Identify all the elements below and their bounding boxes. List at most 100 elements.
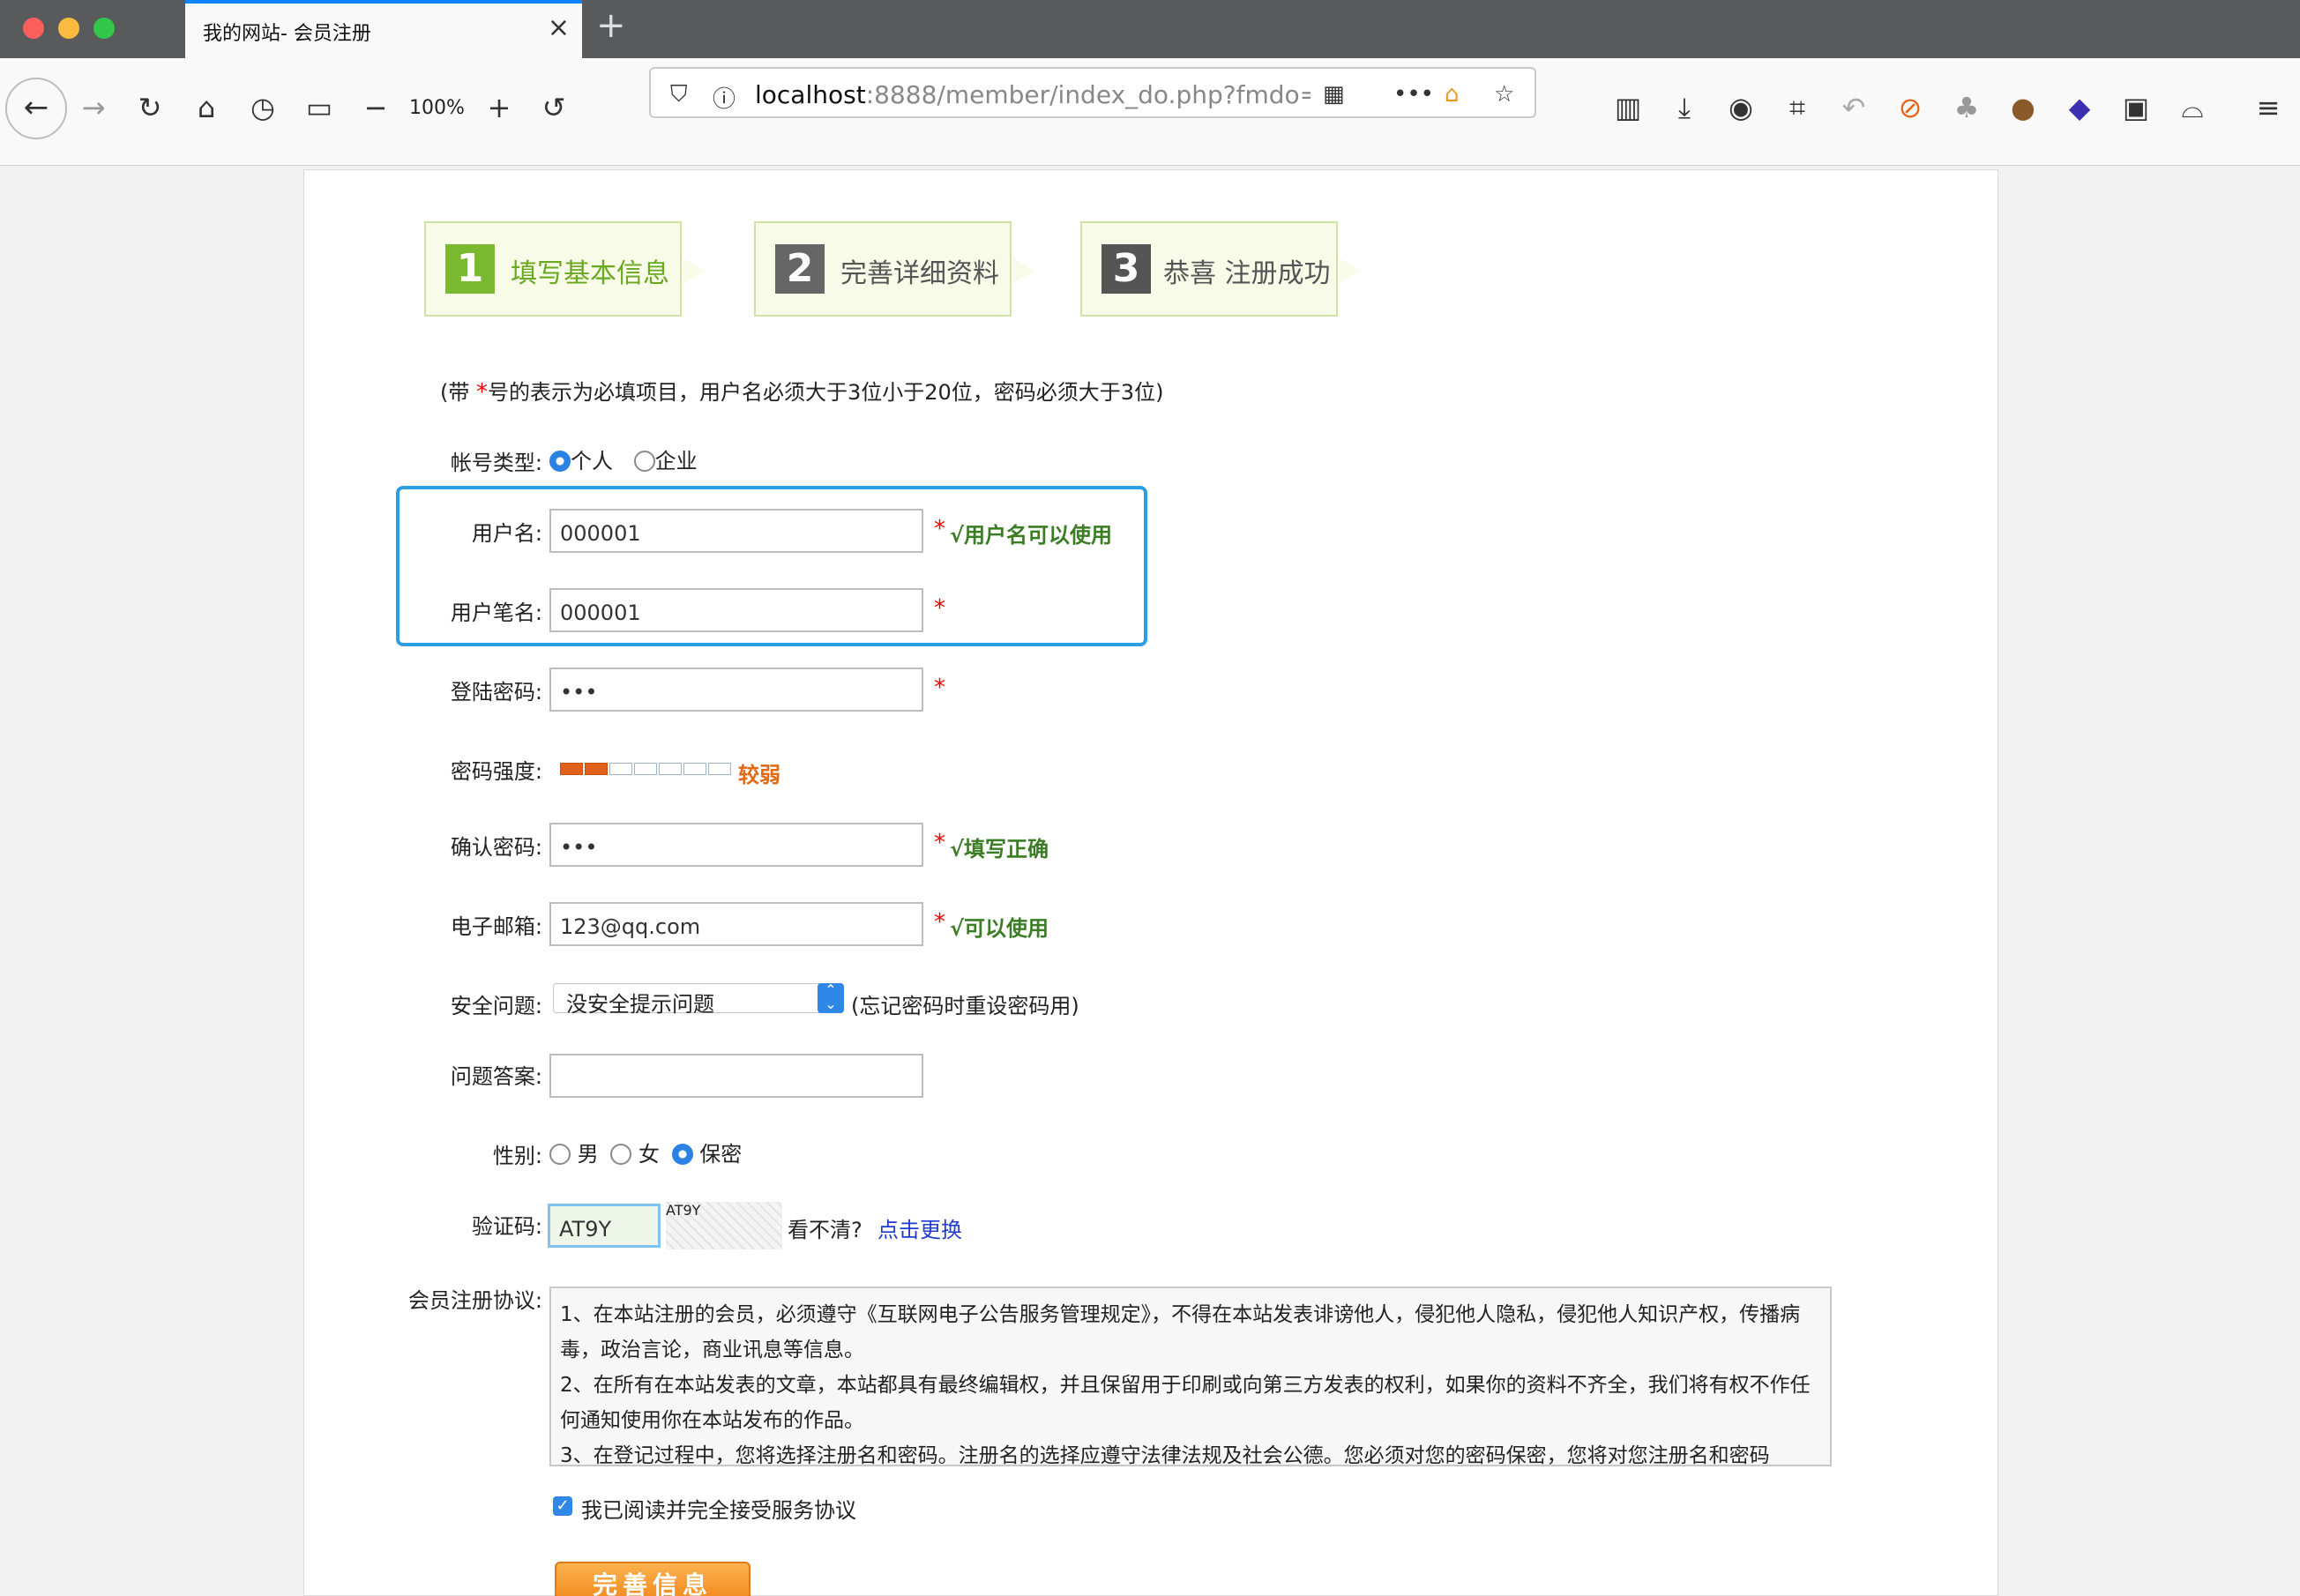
home-extension-icon[interactable]: ⌂ <box>1445 81 1460 108</box>
page-content: 1 填写基本信息 2 完善详细资料 3 恭喜 注册成功 (带 *号的表示为必填项… <box>303 169 1998 1596</box>
zoom-in-icon[interactable]: + <box>482 92 517 123</box>
gender-male-radio[interactable] <box>549 1144 571 1165</box>
hat-extension-icon[interactable]: ⌓ <box>2175 92 2210 123</box>
step-number: 1 <box>445 244 495 294</box>
required-star: * <box>934 516 945 542</box>
username-input[interactable]: 000001 <box>549 509 923 553</box>
strength-segment <box>683 763 706 775</box>
tab-title: 我的网站- 会员注册 <box>203 23 371 45</box>
back-arrow-icon[interactable]: ← <box>5 78 67 139</box>
option-label: 个人 <box>571 449 613 474</box>
confirm-password-label: 确认密码: <box>450 835 542 860</box>
captcha-input[interactable]: AT9Y <box>548 1204 661 1248</box>
penname-label: 用户笔名: <box>450 600 542 625</box>
strength-text: 较弱 <box>738 763 780 787</box>
strength-segment <box>609 763 632 775</box>
selenium-extension-icon[interactable]: ▣ <box>2118 92 2154 123</box>
screenshot-icon[interactable]: ▭ <box>302 92 337 123</box>
menu-icon[interactable]: ≡ <box>2251 92 2286 123</box>
minimize-window-button[interactable] <box>58 18 79 39</box>
agreement-label: 会员注册协议: <box>407 1288 542 1313</box>
bookmark-star-icon[interactable]: ☆ <box>1494 81 1514 108</box>
agreement-textbox[interactable]: 1、在本站注册的会员，必须遵守《互联网电子公告服务管理规定》，不得在本站发表诽谤… <box>549 1286 1832 1466</box>
strength-segment <box>659 763 682 775</box>
penname-input[interactable]: 000001 <box>549 588 923 632</box>
accept-checkbox[interactable]: ✓ <box>553 1496 572 1516</box>
captcha-image[interactable]: AT9Y <box>666 1202 782 1249</box>
close-tab-icon[interactable]: × <box>548 12 570 43</box>
password-label: 登陆密码: <box>450 680 542 705</box>
cookie-extension-icon[interactable]: ● <box>2005 92 2041 123</box>
url-path: :8888/member/index_do.php?fmdo=use <box>865 80 1311 109</box>
crop-icon[interactable]: ⌗ <box>1780 92 1815 123</box>
info-icon[interactable]: ⓘ <box>713 81 736 114</box>
account-icon[interactable]: ◉ <box>1723 92 1759 123</box>
username-status: √用户名可以使用 <box>950 523 1113 548</box>
agreement-paragraph: 1、在本站注册的会员，必须遵守《互联网电子公告服务管理规定》，不得在本站发表诽谤… <box>560 1303 1801 1361</box>
gender-female-radio[interactable] <box>610 1144 632 1165</box>
layers-extension-icon[interactable]: ◆ <box>2062 92 2097 123</box>
email-status: √可以使用 <box>950 916 1049 941</box>
qr-code-icon[interactable]: ▦ <box>1323 81 1345 108</box>
required-star: * <box>934 909 945 936</box>
forward-arrow-icon[interactable]: → <box>76 92 111 123</box>
reset-zoom-icon[interactable]: ↺ <box>536 92 571 123</box>
confirm-status: √填写正确 <box>950 837 1049 861</box>
account-type-group: 个人 企业 <box>549 444 698 474</box>
select-arrow-icon: ⌃ ⌄ <box>818 983 844 1013</box>
history-clock-icon[interactable]: ◷ <box>245 92 280 123</box>
step-number: 3 <box>1101 244 1151 294</box>
blocker-extension-icon[interactable]: ⊘ <box>1893 92 1928 123</box>
gender-label: 性别: <box>492 1144 542 1168</box>
account-company-radio[interactable] <box>633 451 655 472</box>
account-personal-radio[interactable] <box>549 451 571 472</box>
url-bar[interactable]: ⛉ ⓘ localhost:8888/member/index_do.php?f… <box>649 67 1536 118</box>
accept-label: 我已阅读并完全接受服务协议 <box>581 1498 856 1523</box>
step-label: 填写基本信息 <box>511 258 669 289</box>
option-label: 企业 <box>654 449 698 474</box>
step-number: 2 <box>775 244 825 294</box>
strength-segment <box>708 763 731 775</box>
password-strength-meter <box>560 763 731 777</box>
password-input[interactable]: ••• <box>549 667 923 712</box>
submit-button[interactable]: 完善信息 <box>555 1562 750 1596</box>
gender-secret-radio[interactable] <box>671 1144 693 1165</box>
answer-input[interactable] <box>549 1054 923 1098</box>
home-icon[interactable]: ⌂ <box>189 92 224 123</box>
spy-extension-icon[interactable]: ♣ <box>1949 92 1984 123</box>
email-input[interactable]: 123@qq.com <box>549 902 923 946</box>
strength-segment <box>634 763 657 775</box>
step-label: 完善详细资料 <box>840 258 999 289</box>
agreement-paragraph: 3、在登记过程中，您将选择注册名和密码。注册名的选择应遵守法律法规及社会公德。您… <box>560 1444 1770 1466</box>
account-type-label: 帐号类型: <box>450 451 542 475</box>
captcha-refresh-link[interactable]: 点击更换 <box>877 1212 962 1243</box>
shield-icon[interactable]: ⛉ <box>670 81 688 108</box>
confirm-password-input[interactable]: ••• <box>549 823 923 867</box>
agreement-paragraph: 2、在所有在本站发表的文章，本站都具有最终编辑权，并且保留用于印刷或向第三方发表… <box>560 1374 1811 1432</box>
required-star: * <box>934 675 945 701</box>
captcha-unclear-text: 看不清? <box>788 1218 862 1242</box>
browser-tab[interactable]: 我的网站- 会员注册 × <box>185 0 582 58</box>
download-icon[interactable]: ⤓ <box>1667 92 1702 123</box>
new-tab-icon[interactable]: + <box>596 5 626 46</box>
gender-group: 男 女 保密 <box>549 1137 742 1167</box>
zoom-level[interactable]: 100% <box>409 97 465 119</box>
more-actions-icon[interactable]: ••• <box>1393 81 1434 108</box>
answer-label: 问题答案: <box>450 1064 542 1089</box>
required-star: * <box>934 595 945 622</box>
option-label: 男 <box>577 1142 599 1167</box>
maximize-window-button[interactable] <box>93 18 115 39</box>
close-window-button[interactable] <box>23 18 44 39</box>
question-select[interactable]: 没安全提示问题 ⌃ ⌄ <box>553 983 844 1017</box>
strength-label: 密码强度: <box>450 759 542 784</box>
browser-tab-bar: 我的网站- 会员注册 × + <box>0 0 2300 58</box>
reload-icon[interactable]: ↻ <box>132 92 168 123</box>
undo-close-icon[interactable]: ↶ <box>1836 92 1871 123</box>
step-1: 1 填写基本信息 <box>424 221 705 317</box>
url-text[interactable]: localhost:8888/member/index_do.php?fmdo=… <box>755 80 1311 109</box>
zoom-out-icon[interactable]: − <box>358 92 393 123</box>
reader-sidebar-icon[interactable]: ▥ <box>1610 92 1646 123</box>
required-star: * <box>934 830 945 856</box>
url-host: localhost <box>755 80 866 109</box>
question-note: (忘记密码时重设密码用) <box>851 994 1079 1018</box>
